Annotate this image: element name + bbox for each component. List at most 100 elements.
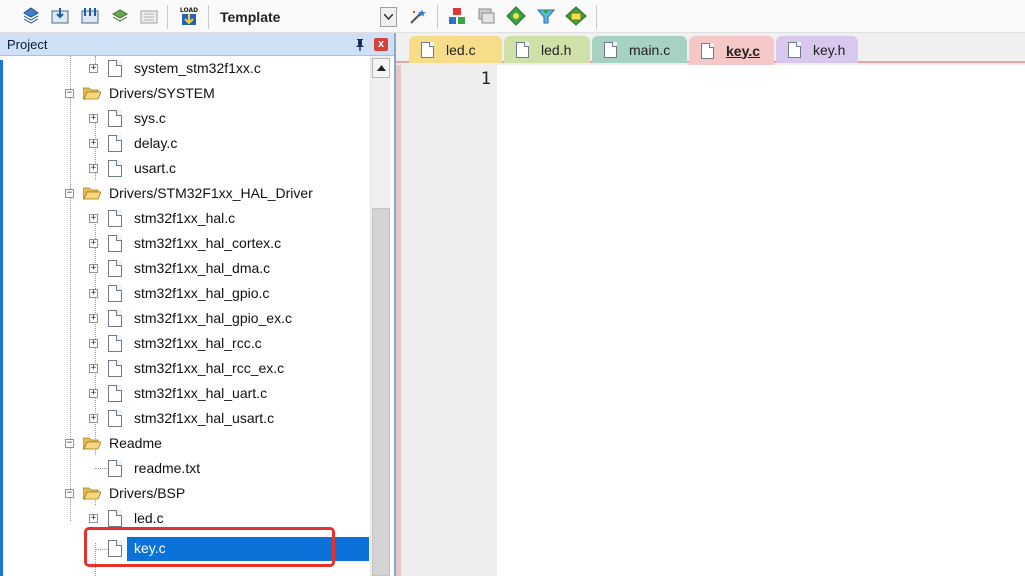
tree-row-file[interactable]: + stm32f1xx_hal_gpio.c — [0, 281, 370, 306]
tree-row-file[interactable]: + stm32f1xx_hal_cortex.c — [0, 231, 370, 256]
toolbar-separator — [437, 5, 438, 29]
translate-icon[interactable] — [109, 5, 131, 27]
scroll-thumb[interactable] — [372, 208, 390, 576]
file-icon — [108, 260, 122, 277]
folder-open-icon — [83, 437, 101, 450]
expand-icon[interactable]: + — [89, 114, 98, 123]
expand-icon[interactable]: + — [89, 339, 98, 348]
tree-item-label: stm32f1xx_hal_dma.c — [134, 260, 271, 276]
collapse-icon[interactable]: − — [65, 89, 74, 98]
tree-row-folder[interactable]: − Readme — [0, 431, 370, 456]
close-panel-button[interactable]: x — [374, 38, 388, 51]
file-icon — [108, 510, 122, 527]
expand-icon[interactable]: + — [89, 164, 98, 173]
expand-icon[interactable]: + — [89, 214, 98, 223]
tree-row-file[interactable]: + stm32f1xx_hal_uart.c — [0, 381, 370, 406]
tab-main-c[interactable]: main.c — [592, 36, 687, 63]
file-icon — [108, 160, 122, 177]
tree-row-file[interactable]: + stm32f1xx_hal_rcc_ex.c — [0, 356, 370, 381]
tree-scrollbar[interactable] — [370, 56, 390, 576]
annotation-highlight-box — [84, 527, 335, 567]
tab-led-c[interactable]: led.c — [409, 36, 502, 63]
expand-icon[interactable]: + — [89, 514, 98, 523]
expand-icon[interactable]: + — [89, 389, 98, 398]
tab-key-h[interactable]: key.h — [776, 36, 858, 63]
select-device-icon[interactable] — [505, 5, 527, 27]
collapse-icon[interactable]: − — [65, 189, 74, 198]
tree-folder-label: Drivers/SYSTEM — [109, 85, 215, 101]
expand-icon[interactable]: + — [89, 139, 98, 148]
tree-item-label: stm32f1xx_hal_rcc_ex.c — [134, 360, 285, 376]
code-editor[interactable]: 1 — [401, 65, 1025, 576]
file-icon — [701, 42, 714, 59]
file-icon — [788, 41, 801, 58]
target-name-label: Template — [220, 9, 281, 25]
tree-row-file[interactable]: + stm32f1xx_hal.c — [0, 206, 370, 231]
options-icon[interactable] — [407, 5, 429, 27]
load-icon[interactable]: LOAD — [177, 5, 201, 27]
tree-folder-label: Drivers/BSP — [109, 485, 186, 501]
tab-key-c-active[interactable]: key.c — [689, 36, 774, 65]
tree-row-folder[interactable]: − Drivers/STM32F1xx_HAL_Driver — [0, 181, 370, 206]
project-tree: + system_stm32f1xx.c − Drivers/SYSTEM + … — [0, 56, 370, 576]
tree-row-file[interactable]: + stm32f1xx_hal_gpio_ex.c — [0, 306, 370, 331]
tree-item-label: stm32f1xx_hal_uart.c — [134, 385, 268, 401]
file-icon — [108, 235, 122, 252]
tree-row-folder[interactable]: − Drivers/SYSTEM — [0, 81, 370, 106]
file-icon — [108, 385, 122, 402]
tab-label: led.h — [541, 41, 572, 58]
tree-item-label: sys.c — [134, 110, 166, 126]
tree-item-label: stm32f1xx_hal_gpio.c — [134, 285, 270, 301]
expand-icon[interactable]: + — [89, 264, 98, 273]
expand-icon[interactable]: + — [89, 364, 98, 373]
manage-packs-icon[interactable] — [475, 5, 497, 27]
expand-icon[interactable]: + — [89, 314, 98, 323]
window-accent-bar — [0, 60, 3, 576]
expand-icon[interactable]: + — [89, 289, 98, 298]
tree-item-label: stm32f1xx_hal.c — [134, 210, 236, 226]
tree-row-file[interactable]: + sys.c — [0, 106, 370, 131]
expand-icon[interactable]: + — [89, 64, 98, 73]
rebuild-icon[interactable] — [49, 5, 71, 27]
environment-icon[interactable] — [565, 5, 587, 27]
tab-label: main.c — [629, 41, 671, 58]
file-icon — [108, 210, 122, 227]
batch-build-icon[interactable] — [79, 5, 101, 27]
pack-installer-icon[interactable] — [535, 5, 557, 27]
target-dropdown-button[interactable] — [380, 7, 397, 27]
tree-row-file[interactable]: + usart.c — [0, 156, 370, 181]
tree-row-file[interactable]: + stm32f1xx_hal_rcc.c — [0, 331, 370, 356]
expand-icon[interactable]: + — [89, 239, 98, 248]
tree-item-label: readme.txt — [134, 460, 201, 476]
toolbar-separator — [208, 5, 209, 29]
expand-icon[interactable]: + — [89, 414, 98, 423]
tree-row-file[interactable]: + delay.c — [0, 131, 370, 156]
tree-folder-label: Drivers/STM32F1xx_HAL_Driver — [109, 185, 313, 201]
tree-row-folder[interactable]: − Drivers/BSP — [0, 481, 370, 506]
file-icon — [108, 410, 122, 427]
collapse-icon[interactable]: − — [65, 439, 74, 448]
collapse-icon[interactable]: − — [65, 489, 74, 498]
tree-row-file[interactable]: + system_stm32f1xx.c — [0, 56, 370, 81]
manage-components-icon[interactable] — [446, 5, 468, 27]
pin-icon[interactable] — [354, 38, 366, 51]
folder-open-icon — [83, 487, 101, 500]
file-icon — [421, 41, 434, 58]
stop-build-icon[interactable] — [138, 5, 160, 27]
tab-label: led.c — [446, 41, 476, 58]
tree-item-label: led.c — [134, 510, 164, 526]
toolbar: LOAD Template — [0, 0, 1025, 33]
file-icon — [108, 460, 122, 477]
file-icon — [604, 41, 617, 58]
scroll-up-button[interactable] — [372, 58, 390, 78]
tab-label: key.h — [813, 41, 846, 58]
tab-led-h[interactable]: led.h — [504, 36, 590, 63]
tree-row-file[interactable]: readme.txt — [0, 456, 370, 481]
line-number: 1 — [480, 69, 491, 89]
tree-row-file[interactable]: + stm32f1xx_hal_usart.c — [0, 406, 370, 431]
file-icon — [108, 310, 122, 327]
build-icon[interactable] — [20, 5, 42, 27]
chevron-up-icon — [376, 65, 386, 71]
tree-row-file[interactable]: + stm32f1xx_hal_dma.c — [0, 256, 370, 281]
tree-item-label: stm32f1xx_hal_cortex.c — [134, 235, 282, 251]
